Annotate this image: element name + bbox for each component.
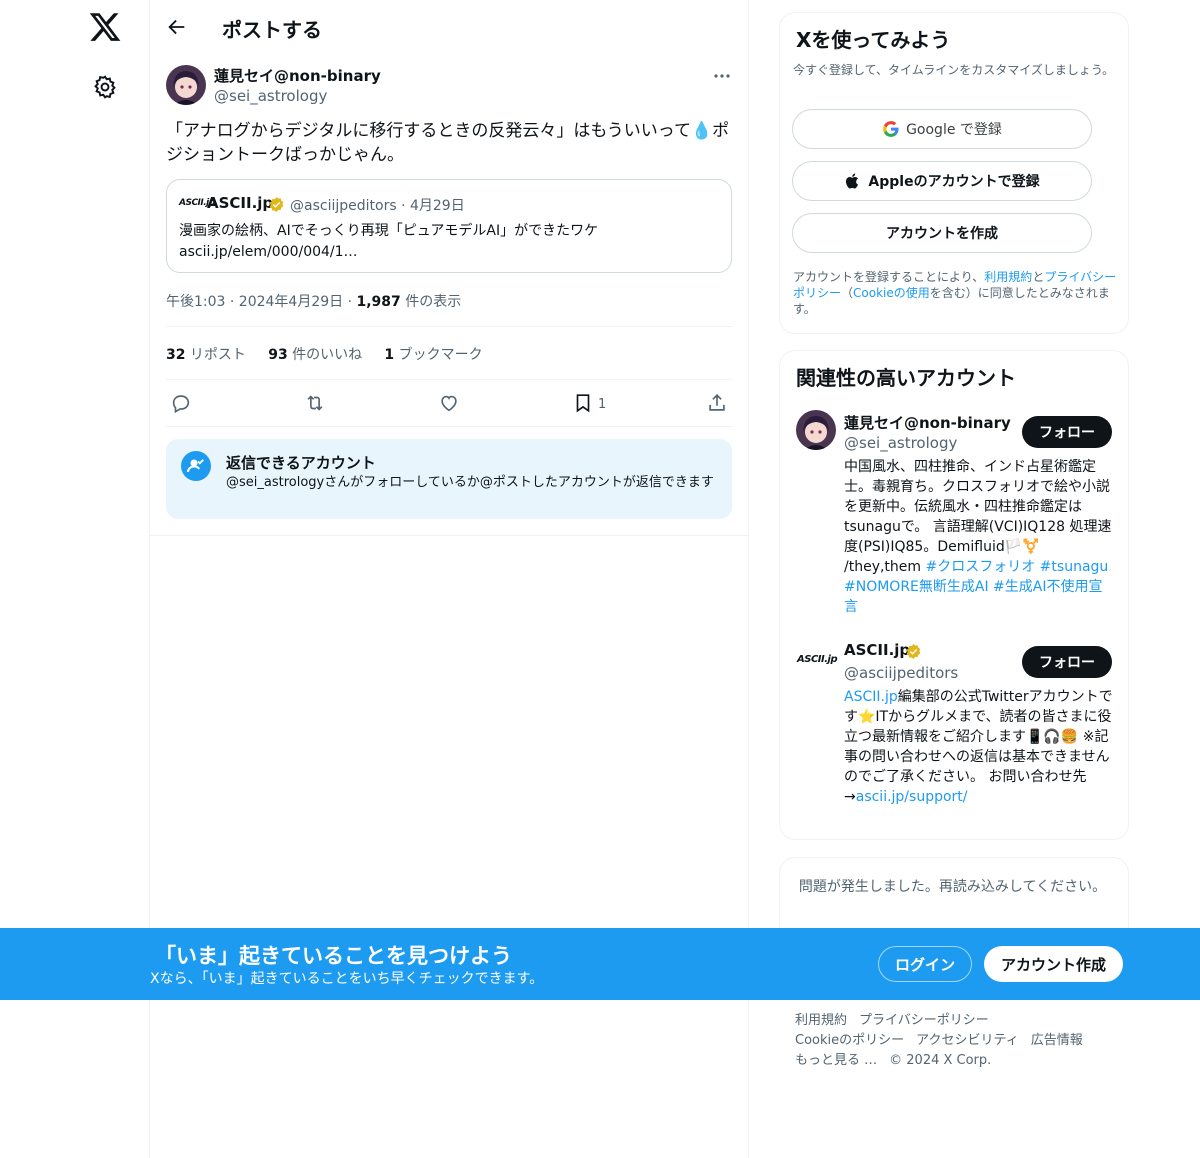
reply-icon[interactable]	[170, 392, 192, 414]
google-signup-button[interactable]: Google で登録	[792, 109, 1092, 149]
quote-url[interactable]: ascii.jp/elem/000/004/1…	[179, 242, 719, 263]
divider	[166, 379, 732, 380]
footer-link[interactable]: プライバシーポリシー	[859, 1013, 989, 1028]
related-accounts-title: 関連性の高いアカウント	[796, 366, 1016, 390]
apple-signup-label: Appleのアカウントで登録	[868, 174, 1040, 190]
apple-icon	[846, 173, 859, 189]
google-signup-label: Google で登録	[906, 122, 1002, 138]
heart-icon[interactable]	[438, 392, 460, 414]
account-name[interactable]: ASCII.jp	[844, 641, 910, 659]
ascii-logo-avatar[interactable]: ASCII.jp	[797, 654, 838, 665]
verified-badge-icon	[905, 643, 922, 660]
post-timestamp[interactable]: 午後1:03 · 2024年4月29日 ·	[166, 294, 357, 310]
account-bio: ASCII.jp編集部の公式Twitterアカウントです⭐ITからグルメまで、読…	[844, 689, 1113, 805]
bookmarks-stat[interactable]: 1 ブックマーク	[384, 347, 482, 363]
legal-notice: アカウントを登録することにより、利用規約とプライバシーポリシー（Cookieの使…	[793, 270, 1117, 316]
signup-title: Xを使ってみよう	[796, 28, 951, 52]
footer-link[interactable]: 広告情報	[1031, 1033, 1083, 1048]
account-name[interactable]: 蓮見セイ@non-binary	[844, 412, 1011, 433]
reposts-stat[interactable]: 32 リポスト	[166, 347, 246, 363]
avatar[interactable]	[796, 410, 836, 450]
google-icon	[883, 121, 899, 137]
repost-icon[interactable]	[304, 392, 326, 414]
x-logo-icon[interactable]	[88, 10, 122, 44]
apple-signup-button[interactable]: Appleのアカウントで登録	[792, 161, 1092, 201]
footer-link[interactable]: 利用規約	[795, 1013, 847, 1028]
reply-restriction-title: 返信できるアカウント	[226, 454, 376, 472]
author-handle[interactable]: @sei_astrology	[214, 87, 327, 105]
avatar[interactable]	[166, 65, 206, 105]
verified-badge-icon	[268, 196, 285, 213]
post-text: 「アナログからデジタルに移行するときの反発云々」はもういいって💧ポジショントーク…	[166, 121, 730, 165]
banner-title: 「いま」起きていることを見つけよう	[155, 944, 512, 968]
copyright: © 2024 X Corp.	[889, 1053, 992, 1068]
views-label: 件の表示	[400, 294, 462, 310]
footer-link[interactable]: アクセシビリティ	[916, 1033, 1019, 1048]
post-stats: 32 リポスト 93 件のいいね 1 ブックマーク	[166, 344, 483, 364]
reply-restriction-description: @sei_astrologyさんがフォローしているか@ポストしたアカウントが返信…	[226, 475, 714, 490]
more-icon[interactable]	[712, 66, 732, 86]
account-bio: 中国風水、四柱推命、インド占星術鑑定士。毒親育ち。クロスフォリオで絵や小説を更新…	[844, 459, 1112, 615]
arrow-left-icon[interactable]	[166, 16, 188, 38]
page-title: ポストする	[222, 18, 322, 42]
cookie-link[interactable]: Cookieの使用	[853, 286, 930, 300]
terms-link[interactable]: 利用規約	[984, 270, 1032, 284]
follow-button[interactable]: フォロー	[1022, 646, 1112, 678]
bio-link[interactable]: ASCII.jp	[844, 689, 898, 705]
user-check-icon	[181, 451, 211, 481]
quote-handle-date: @asciijpeditors · 4月29日	[290, 198, 465, 214]
footer-links: 利用規約 プライバシーポリシー Cookieのポリシー アクセシビリティ 広告情報 も…	[795, 1011, 1115, 1071]
signup-button[interactable]: アカウント作成	[984, 946, 1123, 982]
signup-subtitle: 今すぐ登録して、タイムラインをカスタマイズしましょう。	[793, 63, 1115, 77]
quote-author-name: ASCII.jp	[207, 194, 274, 212]
views-count: 1,987	[356, 294, 401, 310]
account-handle[interactable]: @sei_astrology	[844, 434, 957, 452]
quote-title: 漫画家の絵柄、AIでそっくり再現「ピュアモデルAI」ができたワケ	[179, 223, 599, 239]
login-button[interactable]: ログイン	[878, 946, 972, 982]
divider	[149, 535, 749, 536]
divider	[166, 326, 732, 327]
create-account-button[interactable]: アカウントを作成	[792, 213, 1092, 253]
gear-icon[interactable]	[92, 74, 118, 100]
error-message: 問題が発生しました。再読み込みしてください。	[798, 879, 1107, 895]
divider	[166, 426, 732, 427]
footer-link[interactable]: Cookieのポリシー	[795, 1033, 904, 1048]
quote-text: 漫画家の絵柄、AIでそっくり再現「ピュアモデルAI」ができたワケ ascii.j…	[179, 221, 719, 263]
footer-more-link[interactable]: もっと見る …	[795, 1053, 877, 1068]
follow-button[interactable]: フォロー	[1022, 416, 1112, 448]
banner-subtitle: Xなら、「いま」起きていることをいち早くチェックできます。	[150, 971, 544, 987]
share-icon[interactable]	[706, 392, 728, 414]
account-handle[interactable]: @asciijpeditors	[844, 664, 958, 682]
bookmark-count: 1	[598, 397, 607, 412]
post-meta: 午後1:03 · 2024年4月29日 · 1,987 件の表示	[166, 291, 461, 311]
support-link[interactable]: ascii.jp/support/	[856, 789, 968, 805]
bookmark-icon[interactable]	[572, 392, 594, 414]
author-name[interactable]: 蓮見セイ@non-binary	[214, 65, 381, 86]
likes-stat[interactable]: 93 件のいいね	[268, 347, 362, 363]
